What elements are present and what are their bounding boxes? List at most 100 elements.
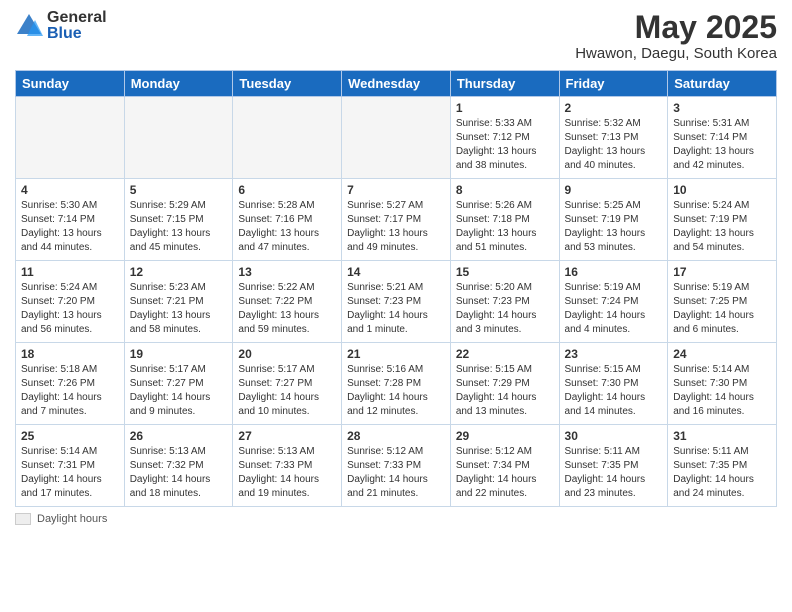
day-number: 14 <box>347 265 445 279</box>
calendar-cell: 30Sunrise: 5:11 AM Sunset: 7:35 PM Dayli… <box>559 425 668 507</box>
day-number: 31 <box>673 429 771 443</box>
calendar-cell <box>124 97 233 179</box>
calendar-cell: 11 Sunrise: 5:24 AM Sunset: 7:20 PM Dayli… <box>16 261 125 343</box>
day-number: 13 <box>238 265 336 279</box>
day-info: Sunrise: 5:31 AM Sunset: 7:14 PM Dayligh… <box>673 117 771 173</box>
day-number: 12 <box>130 265 228 279</box>
calendar-cell: 9Sunrise: 5:25 AM Sunset: 7:19 PM Daylig… <box>559 179 668 261</box>
calendar-header-row: SundayMondayTuesdayWednesdayThursdayFrid… <box>16 71 777 97</box>
calendar-week-1: 1 Sunrise: 5:33 AM Sunset: 7:12 PM Daylig… <box>16 97 777 179</box>
day-info: Sunrise: 5:25 AM Sunset: 7:19 PM Dayligh… <box>565 199 663 255</box>
weekday-header-monday: Monday <box>124 71 233 97</box>
calendar-cell: 16Sunrise: 5:19 AM Sunset: 7:24 PM Dayli… <box>559 261 668 343</box>
weekday-header-thursday: Thursday <box>450 71 559 97</box>
weekday-header-tuesday: Tuesday <box>233 71 342 97</box>
calendar-cell: 3Sunrise: 5:31 AM Sunset: 7:14 PM Daylig… <box>668 97 777 179</box>
calendar-cell <box>16 97 125 179</box>
day-info: Sunrise: 5:13 AM Sunset: 7:33 PM Dayligh… <box>238 445 336 501</box>
title-block: May 2025 Hwawon, Daegu, South Korea <box>575 10 777 62</box>
logo-blue: Blue <box>47 26 107 42</box>
logo: General Blue <box>15 10 107 42</box>
day-info: Sunrise: 5:24 AM Sunset: 7:20 PM Dayligh… <box>21 281 119 337</box>
calendar: SundayMondayTuesdayWednesdayThursdayFrid… <box>15 70 777 507</box>
day-number: 26 <box>130 429 228 443</box>
header: General Blue May 2025 Hwawon, Daegu, Sou… <box>15 10 777 62</box>
day-info: Sunrise: 5:28 AM Sunset: 7:16 PM Dayligh… <box>238 199 336 255</box>
month-title: May 2025 <box>575 10 777 45</box>
calendar-cell: 28Sunrise: 5:12 AM Sunset: 7:33 PM Dayli… <box>342 425 451 507</box>
day-info: Sunrise: 5:19 AM Sunset: 7:25 PM Dayligh… <box>673 281 771 337</box>
calendar-cell: 26 Sunrise: 5:13 AM Sunset: 7:32 PM Dayli… <box>124 425 233 507</box>
day-number: 11 <box>21 265 119 279</box>
day-info: Sunrise: 5:22 AM Sunset: 7:22 PM Dayligh… <box>238 281 336 337</box>
day-info: Sunrise: 5:33 AM Sunset: 7:12 PM Dayligh… <box>456 117 554 173</box>
day-number: 7 <box>347 183 445 197</box>
day-info: Sunrise: 5:15 AM Sunset: 7:30 PM Dayligh… <box>565 363 663 419</box>
calendar-cell: 20Sunrise: 5:17 AM Sunset: 7:27 PM Dayli… <box>233 343 342 425</box>
calendar-cell: 12Sunrise: 5:23 AM Sunset: 7:21 PM Dayli… <box>124 261 233 343</box>
day-number: 8 <box>456 183 554 197</box>
day-info: Sunrise: 5:18 AM Sunset: 7:26 PM Dayligh… <box>21 363 119 419</box>
calendar-week-3: 11 Sunrise: 5:24 AM Sunset: 7:20 PM Dayli… <box>16 261 777 343</box>
calendar-cell: 24Sunrise: 5:14 AM Sunset: 7:30 PM Dayli… <box>668 343 777 425</box>
day-number: 28 <box>347 429 445 443</box>
day-number: 23 <box>565 347 663 361</box>
calendar-cell: 7 Sunrise: 5:27 AM Sunset: 7:17 PM Daylig… <box>342 179 451 261</box>
calendar-cell: 17 Sunrise: 5:19 AM Sunset: 7:25 PM Dayli… <box>668 261 777 343</box>
calendar-cell: 4 Sunrise: 5:30 AM Sunset: 7:14 PM Daylig… <box>16 179 125 261</box>
day-number: 18 <box>21 347 119 361</box>
calendar-cell: 14Sunrise: 5:21 AM Sunset: 7:23 PM Dayli… <box>342 261 451 343</box>
day-info: Sunrise: 5:30 AM Sunset: 7:14 PM Dayligh… <box>21 199 119 255</box>
day-number: 5 <box>130 183 228 197</box>
day-info: Sunrise: 5:15 AM Sunset: 7:29 PM Dayligh… <box>456 363 554 419</box>
day-info: Sunrise: 5:14 AM Sunset: 7:31 PM Dayligh… <box>21 445 119 501</box>
calendar-cell: 22 Sunrise: 5:15 AM Sunset: 7:29 PM Dayli… <box>450 343 559 425</box>
day-number: 17 <box>673 265 771 279</box>
day-number: 22 <box>456 347 554 361</box>
day-number: 6 <box>238 183 336 197</box>
calendar-cell <box>233 97 342 179</box>
day-number: 4 <box>21 183 119 197</box>
day-number: 21 <box>347 347 445 361</box>
day-info: Sunrise: 5:29 AM Sunset: 7:15 PM Dayligh… <box>130 199 228 255</box>
calendar-cell: 8 Sunrise: 5:26 AM Sunset: 7:18 PM Daylig… <box>450 179 559 261</box>
calendar-cell: 19Sunrise: 5:17 AM Sunset: 7:27 PM Dayli… <box>124 343 233 425</box>
day-info: Sunrise: 5:13 AM Sunset: 7:32 PM Dayligh… <box>130 445 228 501</box>
day-number: 16 <box>565 265 663 279</box>
day-info: Sunrise: 5:26 AM Sunset: 7:18 PM Dayligh… <box>456 199 554 255</box>
calendar-week-4: 18 Sunrise: 5:18 AM Sunset: 7:26 PM Dayli… <box>16 343 777 425</box>
weekday-header-wednesday: Wednesday <box>342 71 451 97</box>
logo-icon <box>15 12 43 40</box>
day-info: Sunrise: 5:32 AM Sunset: 7:13 PM Dayligh… <box>565 117 663 173</box>
day-info: Sunrise: 5:16 AM Sunset: 7:28 PM Dayligh… <box>347 363 445 419</box>
calendar-cell: 18 Sunrise: 5:18 AM Sunset: 7:26 PM Dayli… <box>16 343 125 425</box>
day-number: 1 <box>456 101 554 115</box>
day-number: 27 <box>238 429 336 443</box>
calendar-cell: 27 Sunrise: 5:13 AM Sunset: 7:33 PM Dayli… <box>233 425 342 507</box>
logo-text: General Blue <box>47 10 107 42</box>
calendar-cell: 31Sunrise: 5:11 AM Sunset: 7:35 PM Dayli… <box>668 425 777 507</box>
day-info: Sunrise: 5:12 AM Sunset: 7:34 PM Dayligh… <box>456 445 554 501</box>
daylight-box <box>15 513 31 525</box>
day-info: Sunrise: 5:17 AM Sunset: 7:27 PM Dayligh… <box>238 363 336 419</box>
calendar-cell: 5 Sunrise: 5:29 AM Sunset: 7:15 PM Daylig… <box>124 179 233 261</box>
page: General Blue May 2025 Hwawon, Daegu, Sou… <box>0 0 792 612</box>
day-info: Sunrise: 5:20 AM Sunset: 7:23 PM Dayligh… <box>456 281 554 337</box>
calendar-cell: 6 Sunrise: 5:28 AM Sunset: 7:16 PM Daylig… <box>233 179 342 261</box>
calendar-cell: 25Sunrise: 5:14 AM Sunset: 7:31 PM Dayli… <box>16 425 125 507</box>
weekday-header-friday: Friday <box>559 71 668 97</box>
location-title: Hwawon, Daegu, South Korea <box>575 45 777 62</box>
day-number: 15 <box>456 265 554 279</box>
day-number: 29 <box>456 429 554 443</box>
logo-general: General <box>47 10 107 26</box>
day-number: 2 <box>565 101 663 115</box>
calendar-cell: 21 Sunrise: 5:16 AM Sunset: 7:28 PM Dayli… <box>342 343 451 425</box>
day-info: Sunrise: 5:14 AM Sunset: 7:30 PM Dayligh… <box>673 363 771 419</box>
calendar-cell: 23 Sunrise: 5:15 AM Sunset: 7:30 PM Dayli… <box>559 343 668 425</box>
calendar-cell <box>342 97 451 179</box>
calendar-cell: 10Sunrise: 5:24 AM Sunset: 7:19 PM Dayli… <box>668 179 777 261</box>
footer-label: Daylight hours <box>37 513 107 525</box>
calendar-cell: 29 Sunrise: 5:12 AM Sunset: 7:34 PM Dayli… <box>450 425 559 507</box>
day-info: Sunrise: 5:27 AM Sunset: 7:17 PM Dayligh… <box>347 199 445 255</box>
weekday-header-saturday: Saturday <box>668 71 777 97</box>
